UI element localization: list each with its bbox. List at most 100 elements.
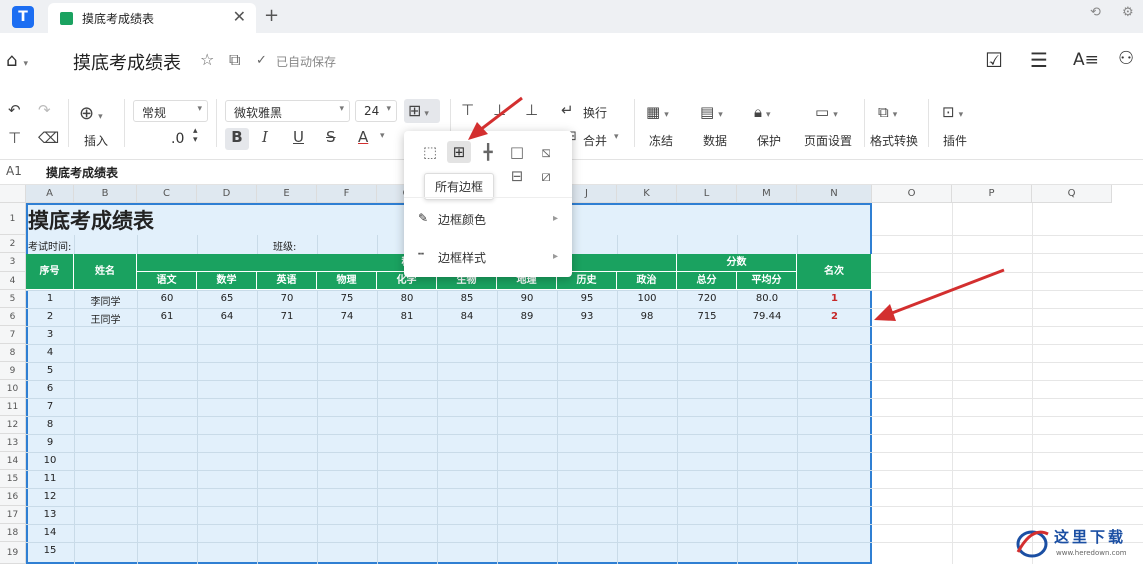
table-cell[interactable]: 80.0 [737,293,797,304]
close-icon[interactable]: ✕ [233,7,246,26]
row-header[interactable]: 19 [0,542,26,564]
font-color-dropdown-icon[interactable]: ▾ [380,131,385,141]
table-cell[interactable]: 720 [677,293,737,304]
plugin-button[interactable]: 插件 [943,132,967,149]
table-cell[interactable]: 8 [26,419,74,430]
inner-border-icon[interactable]: ╋ [476,141,500,163]
app-logo-icon[interactable]: T [12,6,34,28]
table-cell[interactable]: 王同学 [74,311,137,326]
table-cell[interactable]: 4 [26,347,74,358]
table-cell[interactable]: 11 [26,473,74,484]
row-header[interactable]: 11 [0,398,26,416]
subject-header[interactable]: 物理 [317,272,377,290]
cell-reference[interactable]: A1 [6,164,22,178]
no-border-icon[interactable]: ⬚ [418,141,442,163]
task-icon[interactable]: ☑ [985,48,1003,72]
table-cell[interactable]: 10 [26,455,74,466]
table-cell[interactable]: 89 [497,311,557,322]
column-header[interactable]: O [872,185,952,203]
table-cell[interactable]: 60 [137,293,197,304]
row-header[interactable]: 10 [0,380,26,398]
subject-header[interactable]: 政治 [617,272,677,290]
row-header[interactable]: 4 [0,272,26,290]
table-cell[interactable]: 715 [677,311,737,322]
table-cell[interactable]: 12 [26,491,74,502]
column-header[interactable]: B [74,185,137,203]
home-icon[interactable]: ⌂ ▾ [6,50,28,71]
row-header[interactable]: 1 [0,203,26,235]
column-header[interactable]: P [952,185,1032,203]
table-cell[interactable]: 5 [26,365,74,376]
border-icon[interactable]: ⊞ ▾ [404,99,440,123]
align-top-icon[interactable]: ⊤ [461,101,474,119]
table-cell[interactable]: 90 [497,293,557,304]
header-cell[interactable]: 分数 [677,254,797,272]
decimal-stepper[interactable]: ▴ ▾ [193,127,198,145]
table-cell[interactable]: 65 [197,293,257,304]
column-header[interactable]: E [257,185,317,203]
table-cell[interactable]: 74 [317,311,377,322]
subject-header[interactable]: 英语 [257,272,317,290]
column-header[interactable]: K [617,185,677,203]
table-cell[interactable]: 64 [197,311,257,322]
font-family-select[interactable]: 微软雅黑 ▾ [225,100,350,122]
merge-dropdown-icon[interactable]: ▾ [614,132,619,142]
table-cell[interactable]: 13 [26,509,74,520]
insert-icon[interactable]: ⊕ ▾ [79,103,103,124]
strikethrough-button[interactable]: S [326,128,336,146]
table-cell[interactable]: 9 [26,437,74,448]
table-cell[interactable]: 71 [257,311,317,322]
column-header[interactable]: D [197,185,257,203]
row-header[interactable]: 9 [0,362,26,380]
table-cell[interactable]: 2 [797,311,872,322]
convert-icon[interactable]: ⧉ ▾ [878,103,897,121]
eraser-icon[interactable]: ⌫ [38,129,59,147]
font-color-button[interactable]: A [358,128,368,146]
row-header[interactable]: 8 [0,344,26,362]
table-cell[interactable]: 1 [797,293,872,304]
table-cell[interactable]: 14 [26,527,74,538]
align-bottom-icon[interactable]: ⊥ [525,101,538,119]
table-cell[interactable]: 70 [257,293,317,304]
bold-button[interactable]: B [225,128,249,150]
underline-button[interactable]: U [293,128,304,146]
row-header[interactable]: 16 [0,488,26,506]
subject-header[interactable]: 语文 [137,272,197,290]
table-cell[interactable]: 95 [557,293,617,304]
column-header[interactable]: Q [1032,185,1112,203]
table-cell[interactable]: 1 [26,293,74,304]
exam-time-label[interactable]: 考试时间: [28,238,71,253]
table-cell[interactable]: 75 [317,293,377,304]
italic-button[interactable]: I [262,128,268,146]
column-header[interactable]: C [137,185,197,203]
wrap-button[interactable]: 换行 [583,104,607,121]
border-style-item[interactable]: 边框样式 [438,249,486,266]
menu-icon[interactable]: ☰ [1030,48,1048,72]
table-cell[interactable]: 93 [557,311,617,322]
border-color-item[interactable]: 边框颜色 [438,211,486,228]
insert-button[interactable]: 插入 [84,132,108,149]
page-title[interactable]: 摸底考成绩表 [73,49,181,75]
table-cell[interactable]: 61 [137,311,197,322]
align-middle-icon[interactable]: ⊥ [493,101,506,119]
header-cell[interactable]: 名次 [797,254,872,290]
format-painter-icon[interactable]: ⊤ [8,129,21,147]
score-header[interactable]: 总分 [677,272,737,290]
table-cell[interactable]: 80 [377,293,437,304]
table-cell[interactable]: 15 [26,545,74,556]
row-header[interactable]: 3 [0,253,26,272]
inner-horizontal-border-icon[interactable]: ⊟ [505,165,529,187]
row-header[interactable]: 12 [0,416,26,434]
class-label[interactable]: 班级: [273,238,296,253]
share-user-icon[interactable]: ⚇ [1118,48,1134,69]
column-header[interactable]: N [797,185,872,203]
row-header[interactable]: 5 [0,290,26,308]
column-header[interactable]: M [737,185,797,203]
table-cell[interactable]: 85 [437,293,497,304]
text-style-icon[interactable]: A≡ [1073,50,1099,70]
row-header[interactable]: 17 [0,506,26,524]
select-all-corner[interactable] [0,185,26,203]
row-header[interactable]: 2 [0,235,26,253]
font-size-select[interactable]: 24 ▾ [355,100,397,122]
diagonal-up-border-icon[interactable]: ⧄ [534,165,558,187]
